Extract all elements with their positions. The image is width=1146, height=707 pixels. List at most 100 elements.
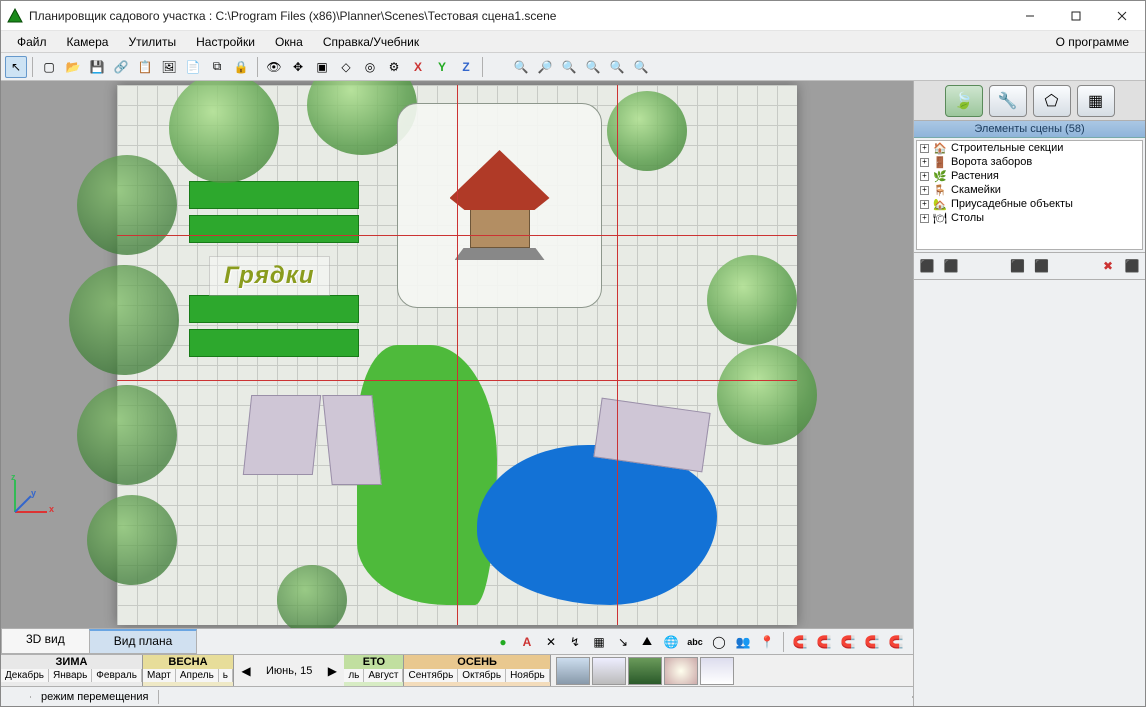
tree-item[interactable]: +🌿Растения [917, 169, 1142, 183]
month-mar[interactable]: Март [143, 669, 176, 682]
new-button[interactable]: ▢ [38, 56, 60, 78]
ring-button[interactable]: ◯ [708, 631, 730, 653]
tree-item[interactable]: +🏠Строительные секции [917, 141, 1142, 155]
bush-object[interactable] [87, 495, 177, 585]
month-apr[interactable]: Апрель [176, 669, 219, 682]
clear-button[interactable]: ✕ [540, 631, 562, 653]
terrain-button[interactable]: ⛰ [636, 631, 658, 653]
target-tool[interactable]: ◎ [359, 56, 381, 78]
tree-item[interactable]: +🪑Скамейки [917, 183, 1142, 197]
bush-object[interactable] [69, 265, 179, 375]
menu-about[interactable]: О программе [1046, 33, 1139, 51]
tree-object[interactable] [169, 81, 279, 183]
tree-object[interactable] [707, 255, 797, 345]
tree-item[interactable]: +🍽Столы [917, 211, 1142, 225]
magnet-button-5[interactable]: 🧲 [885, 631, 907, 653]
menu-help[interactable]: Справка/Учебник [313, 33, 429, 51]
zigzag-button[interactable]: ↯ [564, 631, 586, 653]
magnet-button-2[interactable]: 🧲 [813, 631, 835, 653]
menu-windows[interactable]: Окна [265, 33, 313, 51]
bush-object[interactable] [277, 565, 347, 629]
house-preview[interactable] [397, 103, 602, 308]
stone-path[interactable] [322, 395, 381, 485]
pin-button[interactable]: 📍 [756, 631, 778, 653]
axis-y-button[interactable]: Y [431, 56, 453, 78]
tab-plan-view[interactable]: Вид плана [89, 629, 198, 654]
month-may[interactable]: ь [219, 669, 233, 682]
paste-button[interactable]: 📄 [182, 56, 204, 78]
mini-delete-button[interactable]: ✖ [1097, 255, 1119, 277]
pointer-tool[interactable]: ↖ [5, 56, 27, 78]
month-jan[interactable]: Январь [49, 669, 92, 682]
sky-preset-3[interactable] [628, 657, 662, 685]
panel-tab-tools[interactable]: 🔧 [989, 85, 1027, 117]
menu-utils[interactable]: Утилиты [118, 33, 186, 51]
view-button[interactable]: 👁 [263, 56, 285, 78]
draw-circle-button[interactable]: ● [492, 631, 514, 653]
month-nov[interactable]: Ноябрь [506, 669, 550, 682]
find-button-1[interactable]: 🔍 [510, 56, 532, 78]
garden-bed[interactable] [189, 295, 359, 323]
sky-preset-1[interactable] [556, 657, 590, 685]
people-button[interactable]: 👥 [732, 631, 754, 653]
mini-btn-3[interactable]: ⬛ [1007, 255, 1029, 277]
grid-button[interactable]: ▦ [588, 631, 610, 653]
panel-tab-shapes[interactable]: ⬠ [1033, 85, 1071, 117]
bush-object[interactable] [77, 385, 177, 485]
axis-z-button[interactable]: Z [455, 56, 477, 78]
tree-item[interactable]: +🚪Ворота заборов [917, 155, 1142, 169]
minimize-button[interactable] [1007, 1, 1053, 31]
plan-canvas[interactable]: Грядки [117, 85, 797, 625]
lock-button[interactable]: 🔒 [230, 56, 252, 78]
scene-tree[interactable]: +🏠Строительные секции +🚪Ворота заборов +… [916, 140, 1143, 250]
find-button-6[interactable]: 🔍 [630, 56, 652, 78]
garden-bed[interactable] [189, 181, 359, 209]
viewport[interactable]: z x y Грядки [1, 81, 913, 628]
menu-file[interactable]: Файл [7, 33, 57, 51]
globe-button[interactable]: 🌐 [660, 631, 682, 653]
month-sep[interactable]: Сентябрь [404, 669, 458, 682]
find-button-5[interactable]: 🔍 [606, 56, 628, 78]
garden-bed[interactable] [189, 329, 359, 357]
date-prev-button[interactable]: ◀ [236, 661, 256, 681]
duplicate-button[interactable]: ⧉ [206, 56, 228, 78]
move-tool[interactable]: ✥ [287, 56, 309, 78]
text-button[interactable]: A [516, 631, 538, 653]
copy-button[interactable]: 📋 [134, 56, 156, 78]
month-aug[interactable]: Август [364, 669, 403, 682]
tab-3d-view[interactable]: 3D вид [1, 629, 90, 654]
stone-path[interactable] [243, 395, 321, 475]
find-button-3[interactable]: 🔍 [558, 56, 580, 78]
mini-btn-5[interactable]: ⬛ [1121, 255, 1143, 277]
garden-bed[interactable] [189, 215, 359, 243]
tree-item[interactable]: +🏡Приусадебные объекты [917, 197, 1142, 211]
mini-btn-2[interactable]: ⬛ [940, 255, 962, 277]
magnet-button-4[interactable]: 🧲 [861, 631, 883, 653]
open-button[interactable]: 📂 [62, 56, 84, 78]
month-dec[interactable]: Декабрь [1, 669, 49, 682]
sky-preset-5[interactable] [700, 657, 734, 685]
axis-x-button[interactable]: X [407, 56, 429, 78]
select-tool[interactable]: ▣ [311, 56, 333, 78]
pick-tool[interactable]: ◇ [335, 56, 357, 78]
sky-preset-4[interactable] [664, 657, 698, 685]
mini-btn-4[interactable]: ⬛ [1031, 255, 1053, 277]
find-button-2[interactable]: 🔎 [534, 56, 556, 78]
maximize-button[interactable] [1053, 1, 1099, 31]
menu-settings[interactable]: Настройки [186, 33, 265, 51]
gear-button[interactable]: ⚙ [383, 56, 405, 78]
month-jul[interactable]: ль [344, 669, 364, 682]
month-oct[interactable]: Октябрь [458, 669, 506, 682]
month-feb[interactable]: Февраль [92, 669, 142, 682]
link-button[interactable]: 🔗 [110, 56, 132, 78]
find-button-4[interactable]: 🔍 [582, 56, 604, 78]
magnet-button-1[interactable]: 🧲 [789, 631, 811, 653]
abc-button[interactable]: abc [684, 631, 706, 653]
bush-object[interactable] [77, 155, 177, 255]
tree-object[interactable] [717, 345, 817, 445]
panel-tab-objects[interactable]: ▦ [1077, 85, 1115, 117]
date-next-button[interactable]: ▶ [322, 661, 342, 681]
mini-btn-1[interactable]: ⬛ [916, 255, 938, 277]
save-button[interactable]: 💾 [86, 56, 108, 78]
close-button[interactable] [1099, 1, 1145, 31]
